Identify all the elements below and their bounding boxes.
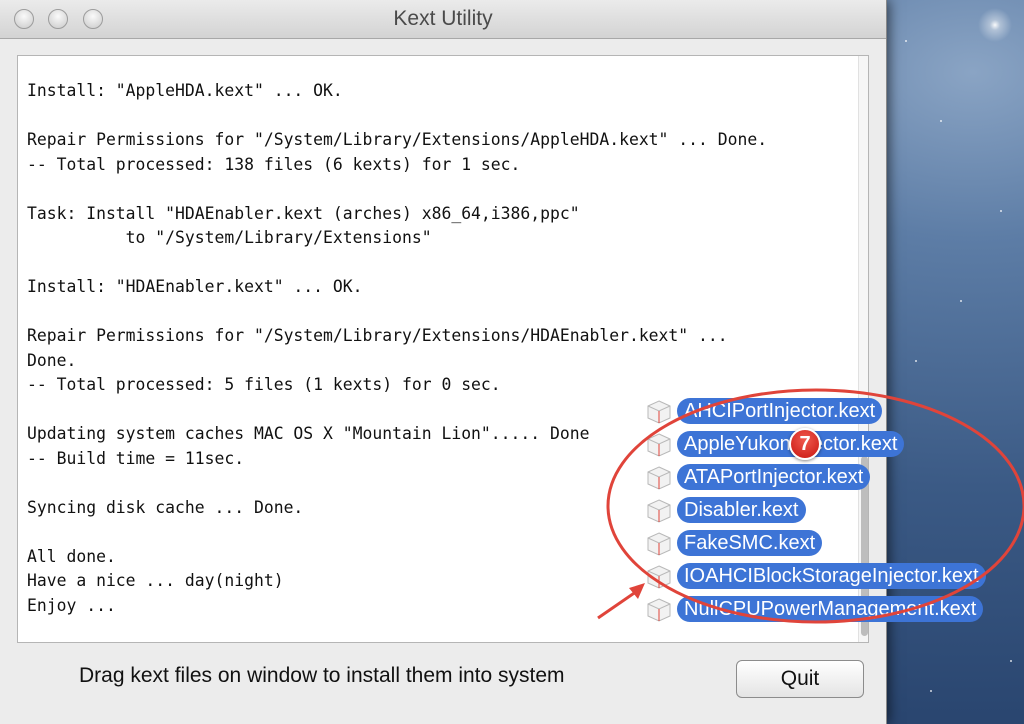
star [960,300,962,302]
star [1000,210,1002,212]
kext-bundle-icon [647,400,671,424]
kext-file-label: ATAPortInjector.kext [677,464,871,490]
kext-bundle-icon [647,598,671,622]
kext-bundle-icon [647,499,671,523]
quit-button[interactable]: Quit [736,660,864,698]
kext-file-label: FakeSMC.kext [677,530,823,556]
kext-file-label: Disabler.kext [677,497,806,523]
kext-bundle-icon [647,466,671,490]
star-glow [975,5,1015,45]
star [905,40,907,42]
kext-bundle-icon [647,433,671,457]
kext-file-label: IOAHCIBlockStorageInjector.kext [677,563,986,589]
star [940,120,942,122]
drag-hint-text: Drag kext files on window to install the… [79,664,565,687]
kext-file-label: NullCPUPowerManagement.kext [677,596,984,622]
drag-count-badge: 7 [789,428,821,460]
title-bar[interactable]: Kext Utility [0,0,886,39]
window-title: Kext Utility [393,7,493,30]
kext-file-label: AHCIPortInjector.kext [677,398,883,424]
vertical-scrollbar[interactable] [858,56,868,642]
kext-bundle-icon [647,565,671,589]
star [930,690,932,692]
kext-bundle-icon [647,532,671,556]
star [1010,660,1012,662]
star [915,360,917,362]
